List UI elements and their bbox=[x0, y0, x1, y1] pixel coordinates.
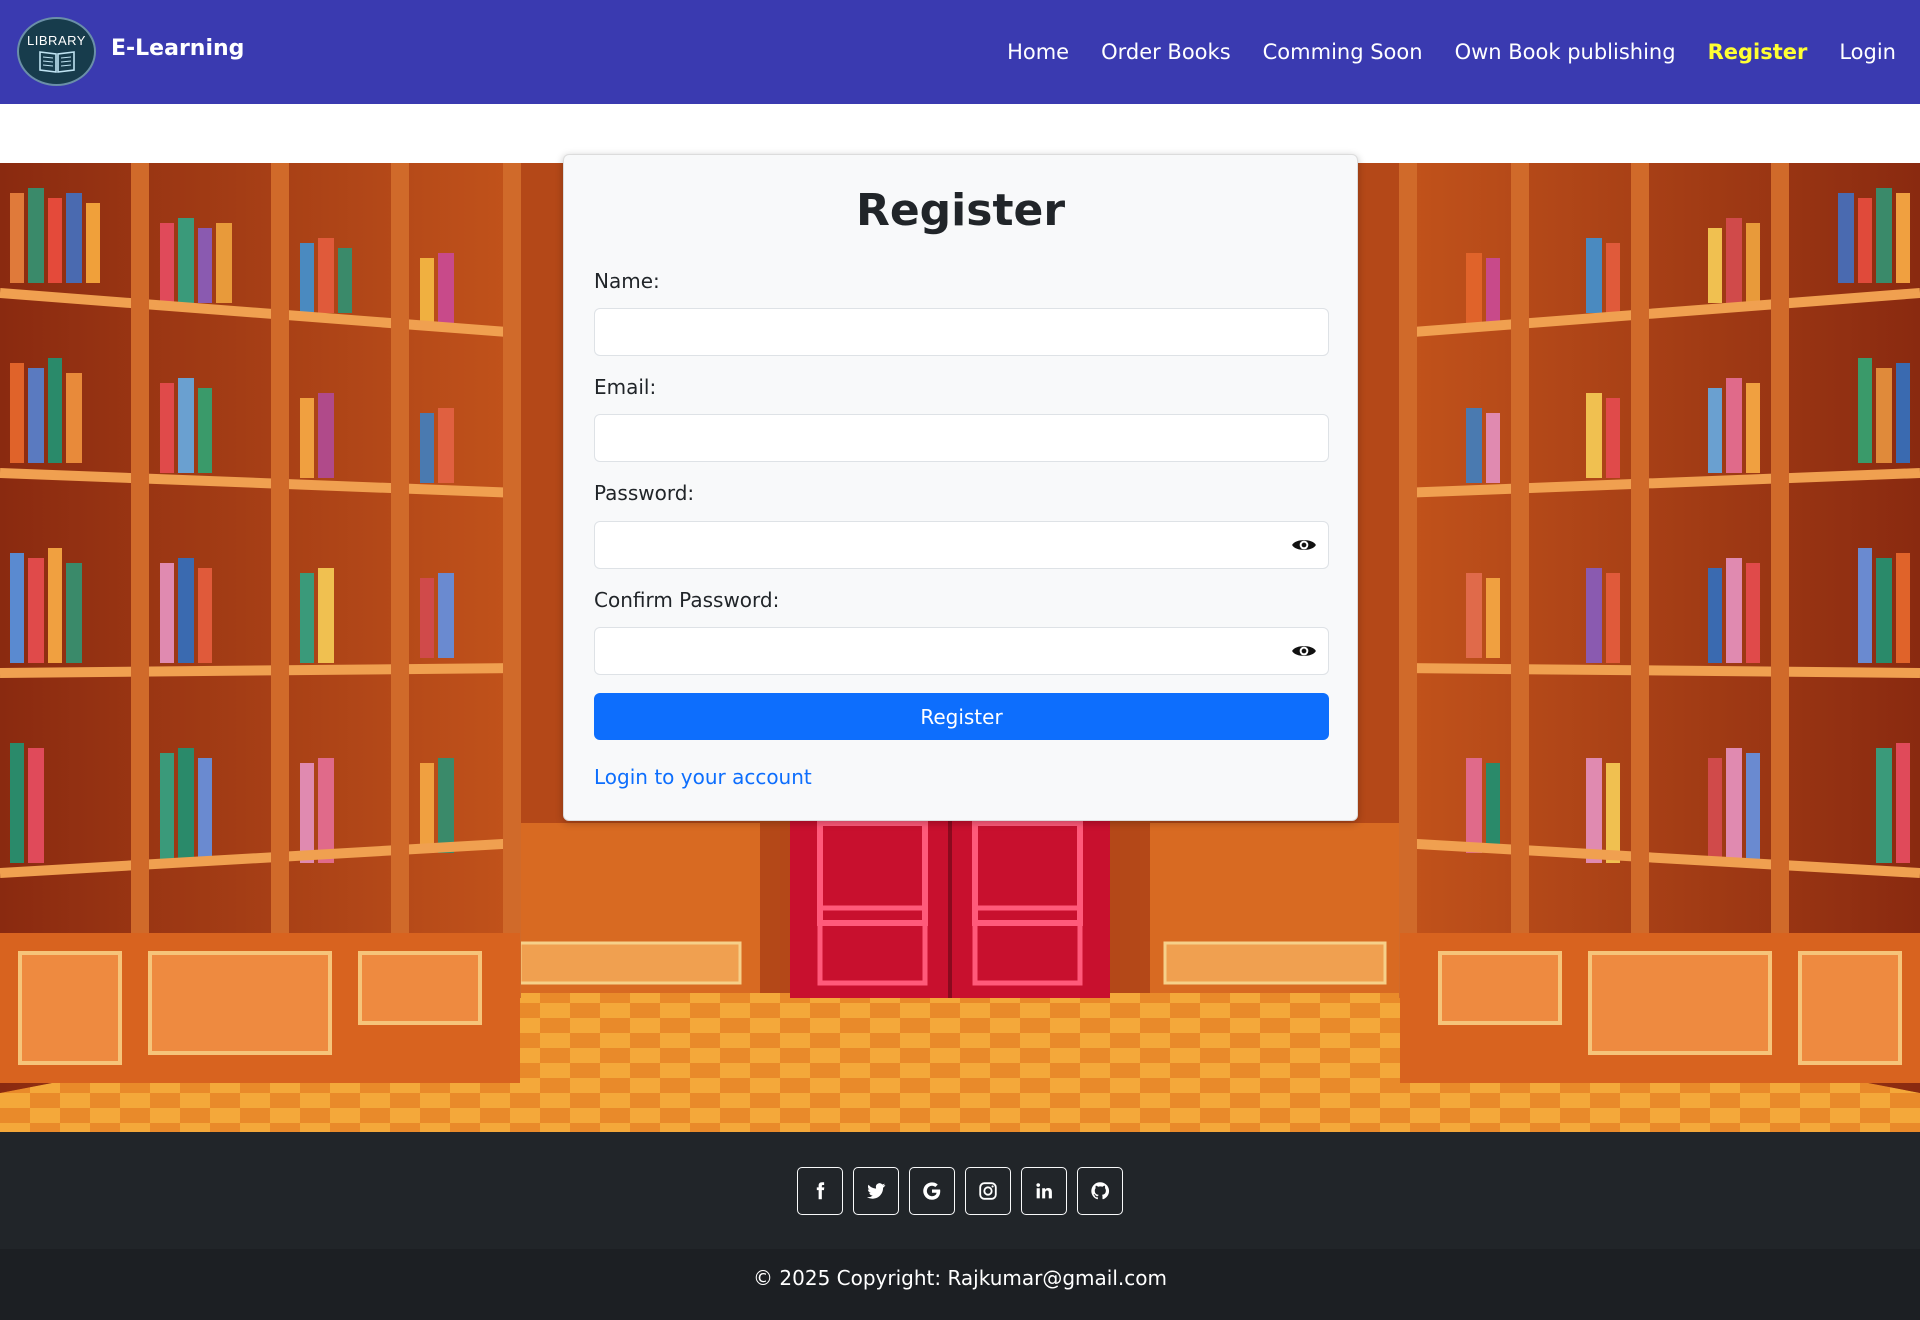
name-label: Name: bbox=[594, 269, 660, 293]
nav-login[interactable]: Login bbox=[1839, 40, 1896, 64]
password-label: Password: bbox=[594, 481, 695, 505]
twitter-icon bbox=[866, 1182, 886, 1199]
form-title: Register bbox=[855, 185, 1066, 236]
register-button[interactable]: Register bbox=[594, 693, 1329, 740]
nav-order-books[interactable]: Order Books bbox=[1101, 40, 1231, 64]
nav-own-book-publishing[interactable]: Own Book publishing bbox=[1455, 40, 1676, 64]
linkedin-icon bbox=[1036, 1182, 1052, 1198]
footer-social bbox=[0, 1132, 1920, 1249]
email-field[interactable] bbox=[594, 414, 1329, 462]
confirm-password-eye-icon[interactable] bbox=[1291, 641, 1317, 661]
instagram-icon bbox=[979, 1181, 997, 1200]
top-navbar: LIBRARY E-Learning Home Order Books Comm… bbox=[0, 0, 1920, 104]
logo-text: LIBRARY bbox=[27, 33, 86, 48]
nav-home[interactable]: Home bbox=[1007, 40, 1069, 64]
facebook-icon bbox=[816, 1181, 825, 1199]
copyright-text: © 2025 Copyright: Rajkumar@gmail.com bbox=[753, 1265, 1167, 1290]
twitter-button[interactable] bbox=[853, 1166, 899, 1215]
open-book-icon bbox=[38, 51, 75, 73]
password-eye-icon[interactable] bbox=[1291, 535, 1317, 555]
confirm-password-field[interactable] bbox=[594, 627, 1329, 675]
nav-register[interactable]: Register bbox=[1708, 40, 1808, 64]
name-field[interactable] bbox=[594, 308, 1329, 356]
email-label: Email: bbox=[594, 375, 657, 399]
confirm-password-label: Confirm Password: bbox=[594, 588, 780, 612]
password-field[interactable] bbox=[594, 521, 1329, 569]
google-icon bbox=[923, 1181, 941, 1200]
nav-links: Home Order Books Comming Soon Own Book p… bbox=[1007, 0, 1896, 104]
register-card: Register Name: Email: Password: Confirm … bbox=[563, 154, 1358, 821]
login-link[interactable]: Login to your account bbox=[594, 765, 812, 789]
github-icon bbox=[1091, 1181, 1110, 1199]
facebook-button[interactable] bbox=[797, 1166, 843, 1215]
nav-coming-soon[interactable]: Comming Soon bbox=[1263, 40, 1423, 64]
instagram-button[interactable] bbox=[965, 1166, 1011, 1215]
linkedin-button[interactable] bbox=[1021, 1166, 1067, 1215]
footer-copyright: © 2025 Copyright: Rajkumar@gmail.com bbox=[0, 1249, 1920, 1320]
github-button[interactable] bbox=[1077, 1166, 1123, 1215]
google-button[interactable] bbox=[909, 1166, 955, 1215]
library-logo[interactable]: LIBRARY bbox=[17, 17, 96, 86]
brand-name[interactable]: E-Learning bbox=[111, 36, 244, 61]
